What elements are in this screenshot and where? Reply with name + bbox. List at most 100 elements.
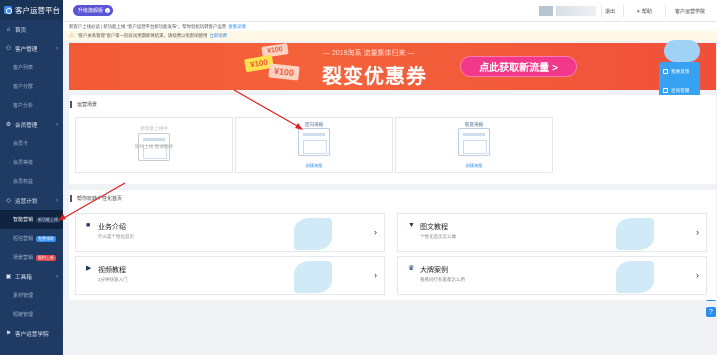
warning-link[interactable]: 立即续费 — [209, 33, 227, 39]
sidebar-item-plans[interactable]: ◇ 运营计划 › — [0, 191, 63, 210]
help-link[interactable]: ☀ 帮助 — [636, 8, 652, 15]
status-badge: 限时上新 — [36, 254, 57, 261]
feedback-button[interactable]: 我要反馈 — [659, 62, 700, 81]
section-title: 帮你玩转个性化首页 — [70, 195, 716, 202]
create-poster-link[interactable]: 创建海报 — [236, 163, 392, 169]
sidebar: 客户运营平台 ⌂ 首页 ⚇ 客户管理 › 客户列表 客户分群 客户分析 ⚙ 会员… — [0, 0, 63, 355]
guide-card-tutorial[interactable]: ▼ 图文教程 个性化首页怎么做 › — [397, 213, 707, 252]
status-badge: 新功能上线 — [36, 216, 61, 223]
warning-text: "客户关系管理"客户第一阶段试用期即将结束，请续费以免影响使用 — [77, 33, 208, 38]
arrow-right-icon: › — [105, 8, 111, 13]
play-icon: ▶ — [86, 265, 92, 272]
scenario-card-coming-soon: 新场景上线中 即将上线 敬请期待 — [75, 117, 233, 173]
diamond-icon: ◇ — [6, 198, 11, 204]
customer-service-label: 咨询客服 — [671, 87, 690, 93]
sidebar-subitem[interactable]: 会员卡 — [0, 134, 63, 153]
create-poster-link[interactable]: 创建海报 — [396, 163, 552, 169]
section-header: 运营场景 — [69, 95, 716, 108]
guide-title: 业务介绍 — [98, 224, 126, 231]
sidebar-subitem[interactable]: 素材管理 — [0, 286, 63, 305]
guide-subtitle: 个性化首页怎么做 — [420, 234, 456, 239]
banner-cta-button[interactable]: 点此获取新流量 > — [461, 57, 576, 76]
decorative-graphic — [616, 218, 654, 250]
banner-title: 裂变优惠券 — [322, 66, 427, 88]
toolbox-icon: ▣ — [5, 274, 12, 280]
guide-title: 大牌案例 — [420, 267, 448, 274]
divider — [623, 5, 624, 17]
scenario-card-fission-poster[interactable]: 裂变海报 创建海报 — [395, 117, 553, 173]
status-badge: 免费领取 — [36, 235, 57, 242]
sidebar-item-label: 首页 — [15, 27, 27, 34]
triangle-down-icon: ▼ — [408, 222, 415, 229]
sidebar-item-home[interactable]: ⌂ 首页 — [0, 20, 63, 39]
guide-card-intro[interactable]: ■ 业务介绍 什么是个性化首页 › — [75, 213, 385, 252]
sidebar-item-members[interactable]: ⚙ 会员管理 › — [0, 115, 63, 134]
sidebar-item-toolbox[interactable]: ▣ 工具箱 › — [0, 267, 63, 286]
sidebar-subitem-scene[interactable]: 场景营销 限时上新 — [0, 248, 63, 267]
banner-subtitle: — 2019淘系 流量集体归来 — — [323, 50, 415, 57]
guide-subtitle: 看看同行有家都怎么用 — [420, 277, 465, 282]
feedback-label: 我要反馈 — [671, 68, 690, 74]
sidebar-item-label: 客户管理 — [15, 46, 38, 53]
account-name-blurred — [556, 6, 596, 16]
sidebar-item-label: 场景营销 — [13, 255, 34, 261]
section-header: 帮你玩转个性化首页 — [69, 190, 716, 202]
chat-icon — [663, 88, 668, 93]
scenario-card-targeted-poster[interactable]: 定向海报 创建海报 — [235, 117, 393, 173]
notice-text: 新客户上线必读 | 新功能上线 "客户运营平台新功能发布"，帮你轻松玩转客户运营 — [69, 23, 227, 29]
sidebar-item-label: 工具箱 — [15, 274, 32, 281]
divider — [665, 5, 666, 17]
sidebar-logo[interactable]: 客户运营平台 — [0, 0, 63, 20]
sidebar-subitem[interactable]: 短链管理 — [0, 305, 63, 324]
poster-icon — [458, 128, 490, 156]
avatar[interactable] — [539, 6, 553, 16]
guide-card-cases[interactable]: ♛ 大牌案例 看看同行有家都怎么用 › — [397, 256, 707, 295]
crown-icon: ♛ — [408, 265, 415, 272]
chevron-right-icon: › — [374, 270, 377, 280]
promo-banner[interactable]: ¥100 ¥100 ¥100 — 2019淘系 流量集体归来 — 裂变优惠券 点… — [69, 43, 716, 90]
sidebar-subitem[interactable]: 客户分析 — [0, 96, 63, 115]
poster-icon — [298, 128, 330, 156]
divider — [601, 5, 602, 17]
gear-icon: ⚙ — [5, 122, 12, 128]
warning-bar: ⚠ "客户关系管理"客户第一阶段试用期即将结束，请续费以免影响使用 立即续费 — [63, 31, 717, 41]
sidebar-item-label: 客户运营学院 — [15, 331, 49, 338]
chevron-right-icon: › — [56, 273, 58, 280]
notice-link[interactable]: 查看详情 — [228, 24, 246, 30]
upgrade-button[interactable]: 升级旗舰版 › — [73, 5, 114, 16]
decorative-graphic — [294, 261, 332, 293]
cloud-mascot-icon — [664, 40, 700, 62]
sidebar-subitem[interactable]: 会员等级 — [0, 153, 63, 172]
chevron-right-icon: › — [696, 227, 699, 237]
guide-panel: 帮你玩转个性化首页 ■ 业务介绍 什么是个性化首页 › ▼ 图文教程 个性化首页… — [69, 190, 716, 300]
sidebar-subitem[interactable]: 客户分群 — [0, 77, 63, 96]
academy-link[interactable]: 客户运营学院 — [675, 8, 705, 15]
briefcase-icon: ■ — [86, 222, 91, 229]
section-title: 运营场景 — [70, 101, 716, 108]
sidebar-item-label: 运营计划 — [15, 198, 38, 205]
sidebar-subitem[interactable]: 客户列表 — [0, 58, 63, 77]
sidebar-subitem-smart-marketing[interactable]: 智能营销 新功能上线 — [0, 210, 63, 229]
chevron-right-icon: › — [374, 227, 377, 237]
guide-title: 视频教程 — [98, 267, 126, 274]
users-icon: ⚇ — [5, 46, 12, 52]
notice-bar: 新客户上线必读 | 新功能上线 "客户运营平台新功能发布"，帮你轻松玩转客户运营… — [63, 22, 717, 31]
sidebar-item-customers[interactable]: ⚇ 客户管理 › — [0, 39, 63, 58]
guide-card-video[interactable]: ▶ 视频教程 2分钟快速入门 › — [75, 256, 385, 295]
home-icon: ⌂ — [6, 26, 11, 33]
school-icon: ⚑ — [5, 331, 12, 337]
sidebar-item-label: 智能营销 — [13, 217, 34, 223]
chevron-right-icon: › — [56, 45, 58, 52]
chevron-right-icon: › — [696, 270, 699, 280]
upgrade-label: 升级旗舰版 — [78, 8, 104, 14]
card-note: 即将上线 敬请期待 — [134, 144, 174, 149]
sidebar-item-label: 短信营销 — [13, 236, 34, 242]
card-title: 新场景上线中 — [140, 126, 168, 131]
sidebar-subitem-sms[interactable]: 短信营销 免费领取 — [0, 229, 63, 248]
sidebar-item-label: 会员管理 — [15, 122, 38, 129]
app-title: 客户运营平台 — [15, 5, 60, 15]
sidebar-subitem[interactable]: 会员权益 — [0, 172, 63, 191]
sidebar-item-academy[interactable]: ⚑ 客户运营学院 — [0, 324, 63, 343]
logout-link[interactable]: 退出 — [605, 8, 615, 15]
question-icon[interactable]: ? — [706, 307, 716, 317]
